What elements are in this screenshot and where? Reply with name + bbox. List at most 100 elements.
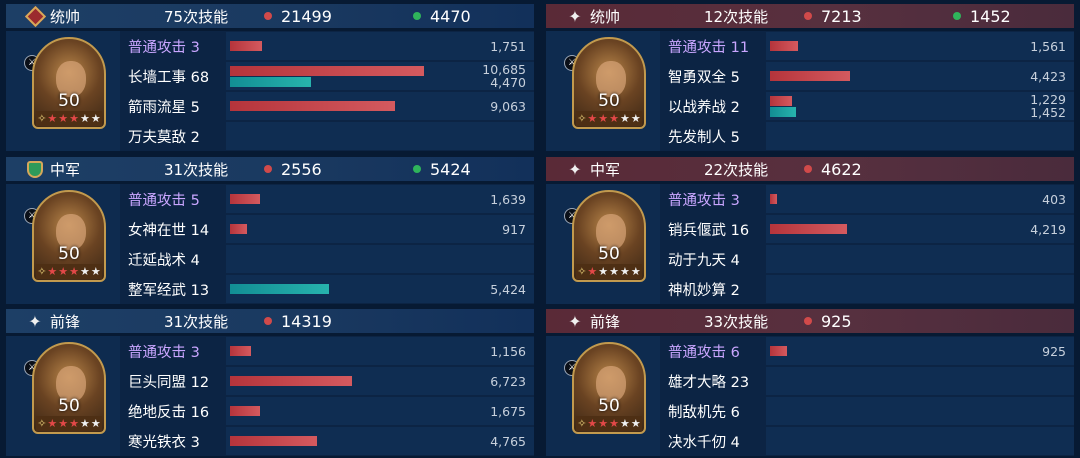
skill-row[interactable]: 女神在世 14 917 (120, 214, 534, 244)
skill-count: 22次技能 (704, 160, 769, 179)
skill-uses: 3 (190, 344, 200, 361)
damage-dot-icon (804, 165, 812, 173)
damage-total: 14319 (281, 311, 332, 331)
skill-uses: 2 (730, 282, 740, 299)
damage-value: 4,765 (490, 434, 526, 449)
skill-row[interactable]: 普通攻击 6 925 (660, 336, 1074, 366)
skill-row[interactable]: 普通攻击 3 403 (660, 184, 1074, 214)
star-icon: ★ (80, 265, 90, 278)
skill-row[interactable]: 普通攻击 3 1,156 (120, 336, 534, 366)
skill-uses: 3 (190, 39, 200, 56)
damage-bar (770, 41, 798, 51)
skill-name-text: 巨头同盟 (128, 374, 186, 391)
skill-stat-cell (766, 122, 1074, 150)
skill-stat-cell: 403 (766, 185, 1074, 213)
general-portrait[interactable]: 50 ✧ ★ ★ ★ ★ ★ (572, 190, 646, 282)
star-rating: ✧ ★ ★ ★ ★ ★ (576, 264, 642, 279)
skill-uses: 11 (730, 39, 750, 56)
general-portrait[interactable]: 50 ✧ ★ ★ ★ ★ ★ (32, 190, 106, 282)
skill-name-text: 长墙工事 (128, 69, 186, 86)
general-portrait[interactable]: 50 ✧ ★ ★ ★ ★ ★ (572, 37, 646, 129)
skill-row[interactable]: 决水千仞 4 (660, 426, 1074, 456)
star-icon: ★ (58, 112, 69, 125)
heal-bar (230, 77, 311, 87)
skill-row[interactable]: 巨头同盟 12 6,723 (120, 366, 534, 396)
skill-row[interactable]: 普通攻击 3 1,751 (120, 31, 534, 61)
skill-stat-cell: 925 (766, 337, 1074, 365)
skill-uses: 3 (190, 434, 200, 451)
general-panel: 中军 31次技能 2556 5424 ⚔ 50 ✧ ★ ★ ★ ★ ★ 普通攻击 5 1,639 女神在世 … (6, 153, 534, 304)
panel-header: ✦ 前锋 31次技能 14319 (6, 309, 534, 333)
sparkle-icon: ✦ (568, 6, 582, 26)
general-portrait[interactable]: 50 ✧ ★ ★ ★ ★ ★ (32, 342, 106, 434)
skill-name: 普通攻击 3 (660, 189, 764, 210)
skill-stat-cell: 917 (226, 215, 534, 243)
skill-name-text: 绝地反击 (128, 404, 186, 421)
skill-name: 制敌机先 6 (660, 401, 764, 422)
skill-count: 31次技能 (164, 312, 229, 331)
avatar-column: ⚔ 50 ✧ ★ ★ ★ ★ ★ (546, 31, 660, 151)
skill-name-text: 智勇双全 (668, 69, 726, 86)
skill-row[interactable]: 普通攻击 5 1,639 (120, 184, 534, 214)
general-portrait[interactable]: 50 ✧ ★ ★ ★ ★ ★ (32, 37, 106, 129)
star-icon: ★ (630, 112, 641, 125)
damage-bar (230, 346, 251, 356)
heal-value: 1,452 (1030, 105, 1066, 120)
heal-dot-icon (953, 12, 961, 20)
star-icon: ★ (587, 417, 598, 430)
skill-row[interactable]: 雄才大略 23 (660, 366, 1074, 396)
skill-row[interactable]: 迁延战术 4 (120, 244, 534, 274)
general-level: 50 (58, 244, 80, 264)
star-icon: ★ (609, 417, 620, 430)
star-icon: ★ (598, 417, 609, 430)
skill-stat-cell (226, 245, 534, 273)
skill-name: 普通攻击 3 (120, 36, 224, 57)
skill-list: 普通攻击 3 1,751 长墙工事 68 10,685 4,470 箭雨流星 5 9,063… (120, 31, 534, 151)
star-rating: ✧ ★ ★ ★ ★ ★ (576, 416, 642, 431)
skill-row[interactable]: 寒光铁衣 3 4,765 (120, 426, 534, 456)
skill-list: 普通攻击 6 925 雄才大略 23 制敌机先 6 决水千仞 4 (660, 336, 1074, 456)
skill-row[interactable]: 万夫莫敌 2 (120, 121, 534, 151)
panel-body: ⚔ 50 ✧ ★ ★ ★ ★ ★ 普通攻击 6 925 雄才大略 23 制敌机先 6 决水千仞 4 (546, 336, 1074, 456)
skill-row[interactable]: 先发制人 5 (660, 121, 1074, 151)
skill-count: 12次技能 (704, 7, 769, 26)
general-panel: ✦ 统帅 12次技能 7213 1452 ⚔ 50 ✧ ★ ★ ★ ★ ★ 普通攻击 11 1,561 智勇双… (546, 0, 1074, 151)
heal-bar (770, 107, 796, 117)
damage-value: 4,219 (1030, 222, 1066, 237)
skill-name: 迁延战术 4 (120, 249, 224, 270)
skill-name-text: 女神在世 (128, 222, 186, 239)
skill-name: 动于九天 4 (660, 249, 764, 270)
star-icon: ★ (609, 265, 620, 278)
star-icon: ★ (80, 112, 90, 125)
damage-total: 7213 (821, 6, 862, 26)
skill-name-text: 万夫莫敌 (128, 129, 186, 146)
skill-row[interactable]: 绝地反击 16 1,675 (120, 396, 534, 426)
skill-row[interactable]: 箭雨流星 5 9,063 (120, 91, 534, 121)
skill-uses: 14 (190, 222, 210, 239)
star-icon: ★ (80, 417, 90, 430)
skill-row[interactable]: 制敌机先 6 (660, 396, 1074, 426)
skill-uses: 4 (730, 252, 740, 269)
skill-row[interactable]: 神机妙算 2 (660, 274, 1074, 304)
skill-name: 神机妙算 2 (660, 279, 764, 300)
skill-uses: 4 (190, 252, 200, 269)
skill-list: 普通攻击 3 1,156 巨头同盟 12 6,723 绝地反击 16 1,675 寒光铁衣 … (120, 336, 534, 456)
skill-uses: 68 (190, 69, 210, 86)
skill-row[interactable]: 销兵偃武 16 4,219 (660, 214, 1074, 244)
damage-bar (230, 376, 352, 386)
skill-stat-cell: 4,423 (766, 62, 1074, 90)
skill-name-text: 动于九天 (668, 252, 726, 269)
general-portrait[interactable]: 50 ✧ ★ ★ ★ ★ ★ (572, 342, 646, 434)
skill-row[interactable]: 整军经武 13 5,424 (120, 274, 534, 304)
skill-name-text: 整军经武 (128, 282, 186, 299)
skill-row[interactable]: 智勇双全 5 4,423 (660, 61, 1074, 91)
general-panel: ✦ 中军 22次技能 4622 ⚔ 50 ✧ ★ ★ ★ ★ ★ 普通攻击 3 403 销兵偃武 16 4,2… (546, 153, 1074, 304)
skill-row[interactable]: 以战养战 2 1,229 1,452 (660, 91, 1074, 121)
star-rating: ✧ ★ ★ ★ ★ ★ (36, 264, 102, 279)
skill-name-text: 普通攻击 (668, 39, 726, 56)
skill-row[interactable]: 普通攻击 11 1,561 (660, 31, 1074, 61)
heal-value: 5,424 (490, 282, 526, 297)
skill-row[interactable]: 长墙工事 68 10,685 4,470 (120, 61, 534, 91)
skill-row[interactable]: 动于九天 4 (660, 244, 1074, 274)
skill-uses: 16 (190, 404, 210, 421)
